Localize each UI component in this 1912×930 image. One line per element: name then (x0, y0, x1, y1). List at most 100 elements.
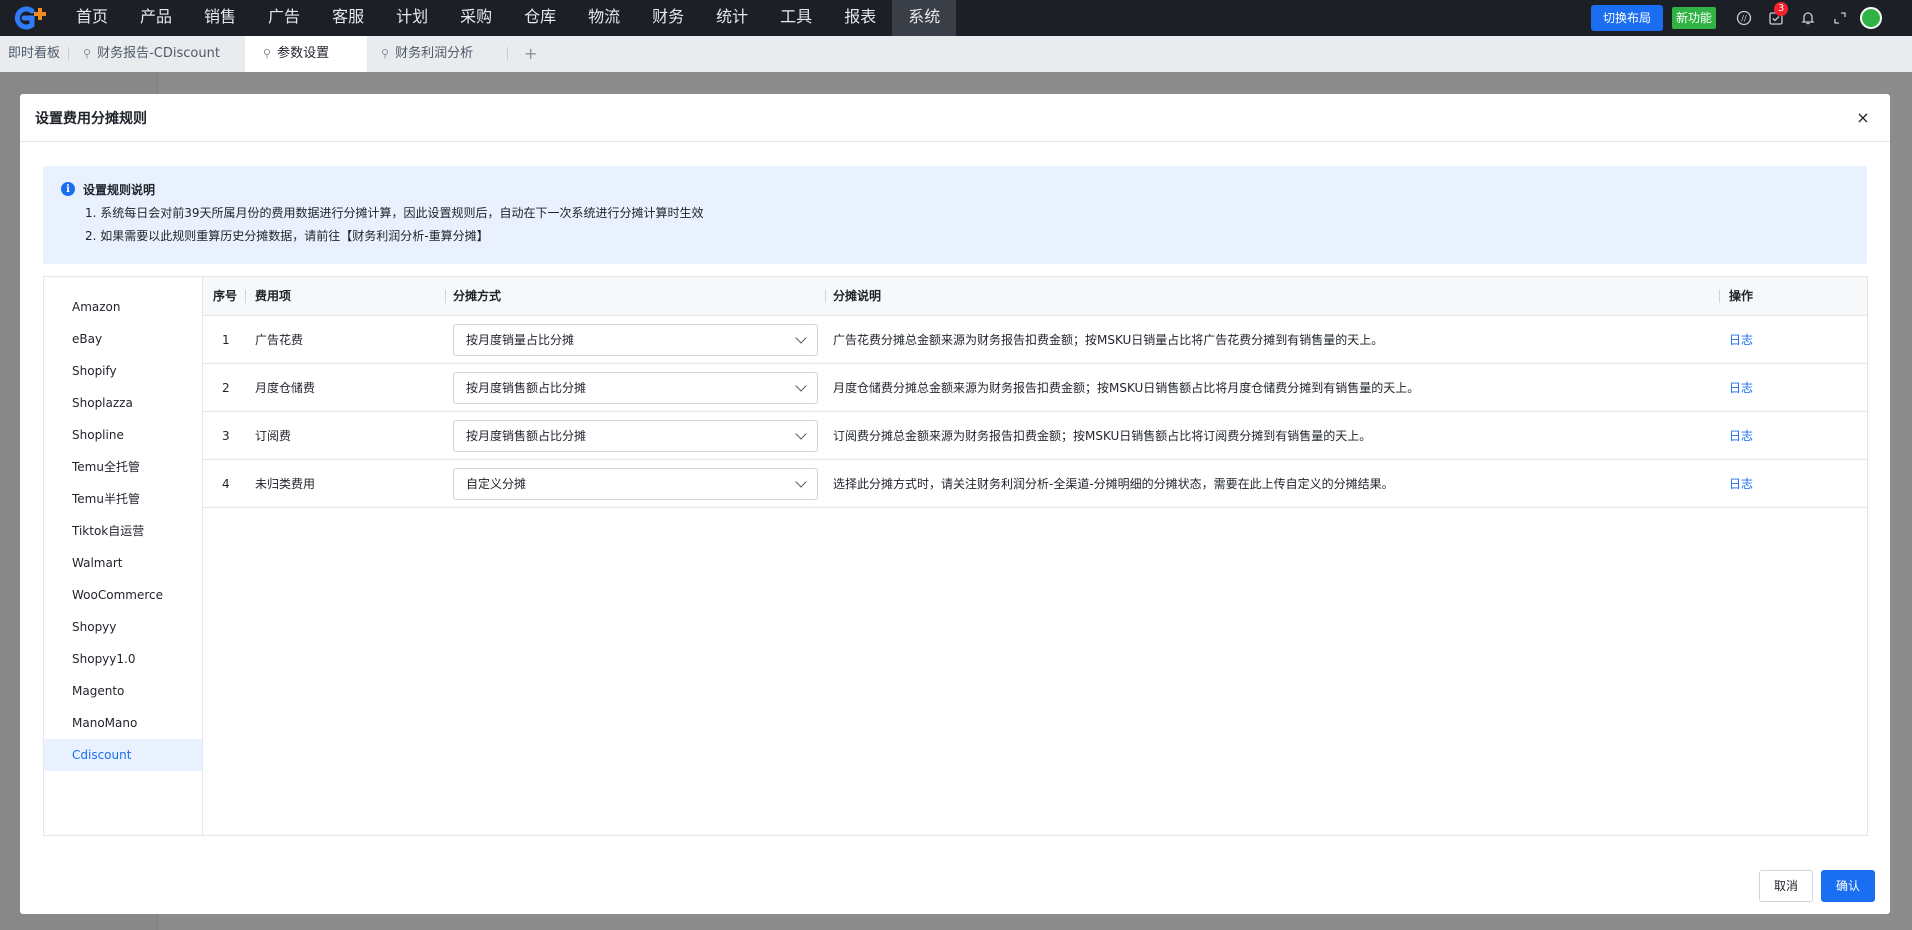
nav-item[interactable]: 物流 (572, 0, 636, 36)
platform-item[interactable]: Temu全托管 (44, 451, 202, 483)
dialog-footer: 取消 确认 (1758, 870, 1875, 902)
bell-icon[interactable] (1792, 0, 1824, 36)
cost-item: 月度仓储费 (255, 381, 316, 395)
allocation-description: 订阅费分摊总金额来源为财务报告扣费金额；按MSKU日销售额占比将订阅费分摊到有销… (833, 429, 1372, 443)
help-icon[interactable]: // (1728, 0, 1760, 36)
log-link[interactable]: 日志 (1729, 477, 1753, 491)
allocation-method-select[interactable]: 自定义分摊 (453, 467, 818, 500)
switch-layout-button[interactable]: 切换布局 (1590, 5, 1663, 31)
select-value: 按月度销售额占比分摊 (466, 381, 587, 395)
cost-item: 未归类费用 (255, 477, 316, 491)
select-value: 按月度销量占比分摊 (466, 333, 575, 347)
table-row: 2 月度仓储费 按月度销售额占比分摊 月度仓储费分摊总金额来源为财务报告扣费金额；按M… (203, 364, 1867, 412)
platform-list: Amazon eBay Shopify Shoplazza Shopline Temu全托… (44, 277, 203, 835)
platform-item[interactable]: Amazon (44, 291, 202, 323)
header-no: 序号 (213, 288, 238, 303)
table-header: 序号 费用项 分摊方式 分摊说明 操作 (203, 277, 1867, 316)
method-cell: 自定义分摊 (445, 467, 825, 500)
method-cell: 按月度销量占比分摊 (445, 323, 825, 356)
table-row: 4 未归类费用 自定义分摊 选择此分摊方式时，请关注财务利润分析-全渠道-分摊明细的分… (203, 460, 1867, 508)
row-no: 2 (222, 380, 230, 395)
chevron-down-icon (795, 379, 807, 392)
tab-label: 财务利润分析 (395, 46, 474, 61)
close-icon[interactable]: × (1851, 106, 1875, 130)
allocation-method-select[interactable]: 按月度销量占比分摊 (453, 323, 818, 356)
header-method: 分摊方式 (445, 277, 825, 316)
nav-item[interactable]: 仓库 (508, 0, 572, 36)
rules-notice: i 设置规则说明 1. 系统每日会对前39天所属月份的费用数据进行分摊计算，因此… (43, 166, 1867, 264)
platform-item[interactable]: eBay (44, 323, 202, 355)
cancel-button[interactable]: 取消 (1758, 870, 1813, 902)
platform-item[interactable]: Shopline (44, 419, 202, 451)
chevron-down-icon (795, 331, 807, 344)
nav-item[interactable]: 首页 (60, 0, 124, 36)
chevron-down-icon (795, 427, 807, 440)
log-link[interactable]: 日志 (1729, 381, 1753, 395)
select-value: 自定义分摊 (466, 477, 527, 491)
tab-parameter-settings[interactable]: ⚲ 参数设置 (245, 36, 368, 72)
tab-label: 参数设置 (277, 46, 330, 61)
pin-icon: ⚲ (83, 47, 92, 60)
nav-item[interactable]: 计划 (380, 0, 444, 36)
op-cell: 日志 (1719, 427, 1859, 444)
allocation-method-select[interactable]: 按月度销售额占比分摊 (453, 371, 818, 404)
fullscreen-icon[interactable] (1824, 0, 1856, 36)
dialog-header: 设置费用分摊规则 × (20, 94, 1890, 142)
platform-item[interactable]: Cdiscount (44, 739, 202, 771)
platform-item[interactable]: Tiktok自运营 (44, 515, 202, 547)
platform-item[interactable]: Temu半托管 (44, 483, 202, 515)
row-no: 3 (222, 428, 230, 443)
op-cell: 日志 (1719, 331, 1859, 348)
tab-profit-analysis[interactable]: ⚲ 财务利润分析 (367, 36, 507, 72)
method-cell: 按月度销售额占比分摊 (445, 371, 825, 404)
op-cell: 日志 (1719, 379, 1859, 396)
nav-actions: 切换布局 新功能 // 3 (1590, 0, 1912, 36)
method-cell: 按月度销售额占比分摊 (445, 419, 825, 452)
platform-item[interactable]: Shopify (44, 355, 202, 387)
nav-item[interactable]: 客服 (316, 0, 380, 36)
platform-item[interactable]: Shopyy (44, 611, 202, 643)
app-logo[interactable] (0, 0, 60, 36)
tab-finance-report[interactable]: ⚲ 财务报告-CDiscount (69, 36, 245, 72)
nav-item[interactable]: 产品 (124, 0, 188, 36)
pin-icon: ⚲ (381, 47, 390, 60)
nav-item[interactable]: 采购 (444, 0, 508, 36)
allocation-description: 选择此分摊方式时，请关注财务利润分析-全渠道-分摊明细的分摊状态，需要在此上传自… (833, 477, 1394, 491)
allocation-description: 广告花费分摊总金额来源为财务报告扣费金额；按MSKU日销量占比将广告花费分摊到有… (833, 333, 1384, 347)
nav-item[interactable]: 财务 (636, 0, 700, 36)
new-feature-button[interactable]: 新功能 (1671, 7, 1716, 29)
row-no: 4 (222, 476, 230, 491)
platform-item[interactable]: Shoplazza (44, 387, 202, 419)
rules-panel: Amazon eBay Shopify Shoplazza Shopline Temu全托… (43, 276, 1868, 836)
tab-dashboard[interactable]: 即时看板 (0, 36, 68, 72)
notice-line-2: 2. 如果需要以此规则重算历史分摊数据，请前往【财务利润分析-重算分摊】 (85, 229, 489, 243)
allocation-description: 月度仓储费分摊总金额来源为财务报告扣费金额；按MSKU日销售额占比将月度仓储费分… (833, 381, 1420, 395)
confirm-button[interactable]: 确认 (1820, 870, 1875, 902)
dialog-title: 设置费用分摊规则 (35, 110, 147, 127)
add-tab-button[interactable]: + (508, 36, 553, 72)
nav-item[interactable]: 报表 (828, 0, 892, 36)
nav-item[interactable]: 工具 (764, 0, 828, 36)
platform-item[interactable]: Walmart (44, 547, 202, 579)
user-avatar[interactable] (1860, 7, 1882, 29)
task-icon[interactable]: 3 (1760, 0, 1792, 36)
pin-icon: ⚲ (263, 47, 272, 60)
nav-item[interactable]: 广告 (252, 0, 316, 36)
platform-item[interactable]: ManoMano (44, 707, 202, 739)
nav-item[interactable]: 销售 (188, 0, 252, 36)
main-menu: 首页 产品 销售 广告 客服 计划 采购 仓库 物流 财务 统计 工具 报表 系统 (60, 0, 957, 36)
notice-title: 设置规则说明 (83, 182, 156, 197)
nav-item[interactable]: 系统 (892, 0, 957, 36)
allocation-method-select[interactable]: 按月度销售额占比分摊 (453, 419, 818, 452)
op-cell: 日志 (1719, 475, 1859, 492)
table-row: 3 订阅费 按月度销售额占比分摊 订阅费分摊总金额来源为财务报告扣费金额；按MSKU日… (203, 412, 1867, 460)
nav-item[interactable]: 统计 (700, 0, 764, 36)
log-link[interactable]: 日志 (1729, 429, 1753, 443)
platform-item[interactable]: Magento (44, 675, 202, 707)
log-link[interactable]: 日志 (1729, 333, 1753, 347)
header-op: 操作 (1719, 277, 1859, 316)
info-icon: i (61, 182, 75, 196)
logo-icon (14, 6, 46, 30)
platform-item[interactable]: Shopyy1.0 (44, 643, 202, 675)
platform-item[interactable]: WooCommerce (44, 579, 202, 611)
